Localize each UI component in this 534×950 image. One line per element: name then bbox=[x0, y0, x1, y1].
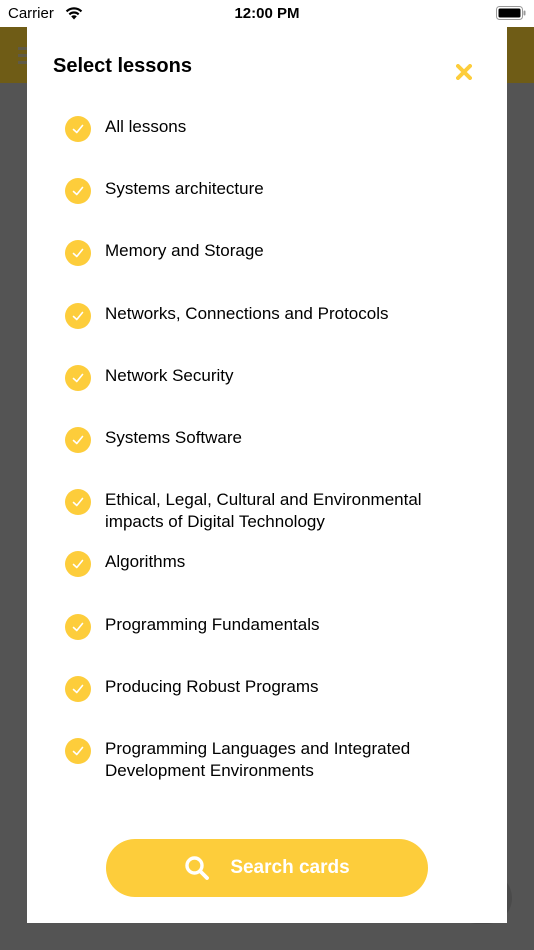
lesson-label: Ethical, Legal, Cultural and Environment… bbox=[105, 490, 422, 531]
checkmark-icon[interactable] bbox=[65, 240, 91, 266]
select-lessons-modal: Select lessons All lessons Systems archi… bbox=[27, 27, 507, 923]
checkmark-icon[interactable] bbox=[65, 676, 91, 702]
lesson-label: Programming Languages and Integrated Dev… bbox=[105, 739, 411, 780]
checkmark-icon[interactable] bbox=[65, 427, 91, 453]
checkmark-icon[interactable] bbox=[65, 365, 91, 391]
lesson-label: Algorithms bbox=[105, 552, 186, 571]
lesson-label: Systems architecture bbox=[105, 179, 264, 198]
status-bar: Carrier 12:00 PM bbox=[0, 0, 534, 27]
modal-title: Select lessons bbox=[53, 55, 192, 77]
checkmark-icon[interactable] bbox=[65, 738, 91, 764]
screen: Carrier 12:00 PM Select lessons All less… bbox=[0, 0, 534, 950]
search-cards-label: Search cards bbox=[230, 857, 350, 878]
search-icon bbox=[185, 856, 210, 880]
close-icon bbox=[456, 64, 472, 80]
checkmark-icon[interactable] bbox=[65, 116, 91, 142]
lesson-label: Programming Fundamentals bbox=[105, 615, 320, 634]
close-button[interactable] bbox=[452, 60, 476, 84]
lesson-label: Networks, Connections and Protocols bbox=[105, 304, 389, 323]
checkmark-icon[interactable] bbox=[65, 489, 91, 515]
search-cards-button[interactable]: Search cards bbox=[106, 839, 428, 897]
lesson-label: Network Security bbox=[105, 366, 234, 385]
checkmark-icon[interactable] bbox=[65, 551, 91, 577]
lesson-label: All lessons bbox=[105, 117, 187, 136]
checkmark-icon[interactable] bbox=[65, 178, 91, 204]
status-time: 12:00 PM bbox=[234, 5, 300, 22]
checkmark-icon[interactable] bbox=[65, 303, 91, 329]
battery-icon bbox=[496, 6, 526, 20]
lesson-label: Producing Robust Programs bbox=[105, 677, 319, 696]
lesson-label: Memory and Storage bbox=[105, 241, 264, 260]
checkmark-icon[interactable] bbox=[65, 614, 91, 640]
lesson-label: Systems Software bbox=[105, 428, 242, 447]
